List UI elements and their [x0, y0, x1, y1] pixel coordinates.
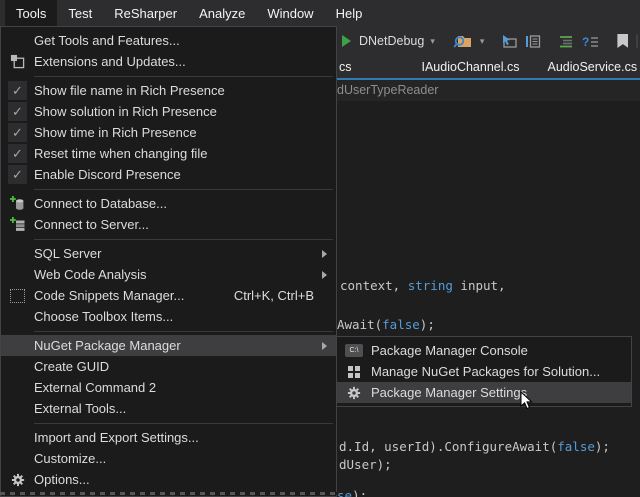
gear-icon — [337, 386, 371, 400]
format-lines-icon — [559, 35, 574, 48]
submenu-item-package-manager-console[interactable]: C:\ Package Manager Console — [337, 340, 631, 361]
run-config-dropdown[interactable]: DNetDebug ▾ — [359, 34, 435, 48]
code-line: context, string input, — [340, 278, 506, 293]
submenu-item-manage-nuget-packages[interactable]: Manage NuGet Packages for Solution... — [337, 361, 631, 382]
menu-item-external-command-2[interactable]: External Command 2 — [1, 377, 336, 398]
menu-separator — [34, 239, 333, 240]
menu-separator — [34, 76, 333, 77]
extensions-icon — [1, 54, 34, 69]
menu-separator — [34, 423, 333, 424]
code-line: d.Id, userId).ConfigureAwait(false); — [339, 439, 610, 454]
menu-separator — [34, 189, 333, 190]
menu-item-external-tools[interactable]: External Tools... — [1, 398, 336, 419]
nuget-submenu: C:\ Package Manager Console Manage NuGet… — [336, 336, 632, 407]
submenu-item-package-manager-settings[interactable]: Package Manager Settings — [337, 382, 631, 403]
menubar: Tools Test ReSharper Analyze Window Help — [0, 0, 640, 26]
find-in-files-icon — [453, 33, 472, 49]
menubar-item-resharper[interactable]: ReSharper — [103, 0, 188, 26]
play-icon — [342, 35, 351, 47]
document-outline-button[interactable] — [525, 34, 541, 49]
menu-item-create-guid[interactable]: Create GUID — [1, 356, 336, 377]
shortcut-label: Ctrl+K, Ctrl+B — [234, 288, 314, 303]
tab-audioservice[interactable]: AudioService.cs — [547, 60, 637, 74]
toolbar: DNetDebug ▾ ▾ — [337, 26, 640, 56]
code-editor[interactable]: context, string input, Await(false); d.I… — [337, 101, 640, 497]
menu-item-enable-discord-presence[interactable]: ✓ Enable Discord Presence — [1, 164, 336, 185]
menu-item-choose-toolbox-items[interactable]: Choose Toolbox Items... — [1, 306, 336, 327]
run-config-label: DNetDebug — [359, 34, 424, 48]
tab-strip: cs IAudioChannel.cs AudioService.cs — [337, 55, 640, 80]
menu-separator — [34, 331, 333, 332]
database-add-icon — [1, 196, 34, 212]
help-lines-button[interactable]: ? — [582, 35, 599, 48]
mouse-cursor — [520, 391, 533, 416]
find-dropdown-caret-icon[interactable]: ▾ — [480, 37, 485, 46]
menu-item-options[interactable]: Options... — [1, 469, 336, 490]
menubar-item-tools[interactable]: Tools — [5, 0, 57, 26]
code-line: Await(false); — [337, 317, 435, 332]
menubar-item-window[interactable]: Window — [256, 0, 324, 26]
package-icon — [348, 366, 360, 378]
checkmark-icon: ✓ — [8, 144, 27, 163]
run-button[interactable] — [342, 35, 351, 47]
menubar-item-test[interactable]: Test — [57, 0, 103, 26]
disabled-undo-icon — [636, 34, 638, 48]
menu-item-reset-time-when-changing-file[interactable]: ✓ Reset time when changing file — [1, 143, 336, 164]
code-line: se); — [337, 488, 367, 497]
menu-item-show-file-name-rich-presence[interactable]: ✓ Show file name in Rich Presence — [1, 80, 336, 101]
menubar-item-analyze[interactable]: Analyze — [188, 0, 256, 26]
format-document-button[interactable] — [559, 35, 574, 48]
menubar-item-help[interactable]: Help — [325, 0, 374, 26]
checkmark-icon: ✓ — [8, 123, 27, 142]
checkmark-icon: ✓ — [8, 102, 27, 121]
submenu-arrow-icon — [322, 342, 327, 350]
submenu-arrow-icon — [322, 271, 327, 279]
code-line: dUser); — [339, 457, 392, 472]
chevron-down-icon: ▾ — [430, 37, 435, 46]
menu-item-import-export-settings[interactable]: Import and Export Settings... — [1, 427, 336, 448]
submenu-arrow-icon — [322, 250, 327, 258]
tools-menu: Get Tools and Features... Extensions and… — [0, 26, 337, 497]
select-element-icon — [500, 34, 517, 49]
menu-item-web-code-analysis[interactable]: Web Code Analysis — [1, 264, 336, 285]
checkmark-icon: ✓ — [8, 165, 27, 184]
menu-item-connect-to-database[interactable]: Connect to Database... — [1, 193, 336, 214]
breadcrumb[interactable]: dUserTypeReader — [337, 80, 640, 101]
menu-item-sql-server[interactable]: SQL Server — [1, 243, 336, 264]
breadcrumb-type-name: dUserTypeReader — [337, 83, 438, 97]
menu-item-get-tools-and-features[interactable]: Get Tools and Features... — [1, 30, 336, 51]
bookmark-icon — [617, 34, 628, 48]
select-element-button[interactable] — [500, 34, 517, 49]
console-icon: C:\ — [345, 344, 363, 357]
tab-iaudiochannel[interactable]: IAudioChannel.cs — [422, 60, 520, 74]
menu-item-show-solution-rich-presence[interactable]: ✓ Show solution in Rich Presence — [1, 101, 336, 122]
question-glyph: ? — [582, 35, 589, 48]
help-lines-icon: ? — [582, 35, 599, 48]
find-in-files-button[interactable] — [453, 33, 472, 49]
menu-item-extensions-and-updates[interactable]: Extensions and Updates... — [1, 51, 336, 72]
menu-item-show-time-rich-presence[interactable]: ✓ Show time in Rich Presence — [1, 122, 336, 143]
snippet-icon — [10, 289, 25, 303]
menu-item-nuget-package-manager[interactable]: NuGet Package Manager — [1, 335, 336, 356]
document-outline-icon — [525, 34, 541, 49]
checkmark-icon: ✓ — [8, 81, 27, 100]
menu-item-code-snippets-manager[interactable]: Code Snippets Manager... Ctrl+K, Ctrl+B — [1, 285, 336, 306]
server-add-icon — [1, 217, 34, 233]
menu-clipped-edge — [0, 492, 337, 495]
gear-icon — [1, 473, 34, 487]
bookmark-button[interactable] — [617, 34, 628, 48]
menu-item-customize[interactable]: Customize... — [1, 448, 336, 469]
menu-item-connect-to-server[interactable]: Connect to Server... — [1, 214, 336, 235]
tab-partial[interactable]: cs — [339, 60, 352, 74]
